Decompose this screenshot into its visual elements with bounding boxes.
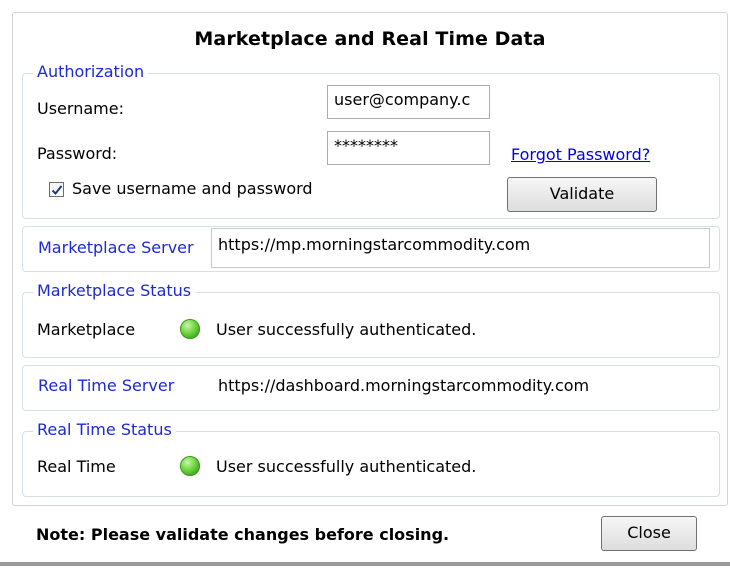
- dialog-window: Marketplace and Real Time Data Authoriza…: [0, 0, 730, 569]
- forgot-password-link[interactable]: Forgot Password?: [511, 145, 650, 165]
- checkmark-icon: [51, 185, 63, 195]
- marketplace-status-label: Marketplace: [37, 320, 136, 339]
- realtime-status-group: Real Time Status Real Time User successf…: [22, 420, 720, 497]
- marketplace-server-group: Marketplace Server https://mp.morningsta…: [22, 226, 720, 272]
- marketplace-server-input[interactable]: https://mp.morningstarcommodity.com: [211, 228, 710, 268]
- realtime-status-label: Real Time: [37, 457, 116, 476]
- window-bottom-border: [0, 562, 730, 566]
- save-credentials-label[interactable]: Save username and password: [72, 179, 313, 199]
- realtime-status-text: User successfully authenticated.: [216, 457, 477, 476]
- username-input[interactable]: user@company.c: [327, 85, 490, 119]
- realtime-server-group: Real Time Server https://dashboard.morni…: [22, 365, 720, 411]
- marketplace-status-text: User successfully authenticated.: [216, 320, 477, 339]
- realtime-server-value: https://dashboard.morningstarcommodity.c…: [218, 376, 590, 395]
- authorization-group: Authorization Username: user@company.c P…: [22, 62, 720, 219]
- password-input[interactable]: ********: [327, 131, 490, 165]
- password-label: Password:: [37, 144, 118, 163]
- marketplace-status-indicator-icon: [180, 319, 200, 339]
- realtime-status-legend: Real Time Status: [33, 420, 176, 440]
- marketplace-status-group: Marketplace Status Marketplace User succ…: [22, 281, 720, 358]
- validation-note: Note: Please validate changes before clo…: [36, 525, 450, 544]
- close-button[interactable]: Close: [601, 516, 697, 551]
- save-credentials-checkbox[interactable]: [49, 182, 64, 197]
- marketplace-server-label: Marketplace Server: [38, 238, 194, 257]
- marketplace-status-legend: Marketplace Status: [33, 281, 196, 301]
- validate-button[interactable]: Validate: [507, 177, 657, 212]
- authorization-legend: Authorization: [33, 62, 149, 82]
- realtime-status-indicator-icon: [180, 456, 200, 476]
- dialog-title: Marketplace and Real Time Data: [194, 28, 546, 50]
- realtime-server-label: Real Time Server: [38, 376, 175, 395]
- username-label: Username:: [37, 99, 124, 118]
